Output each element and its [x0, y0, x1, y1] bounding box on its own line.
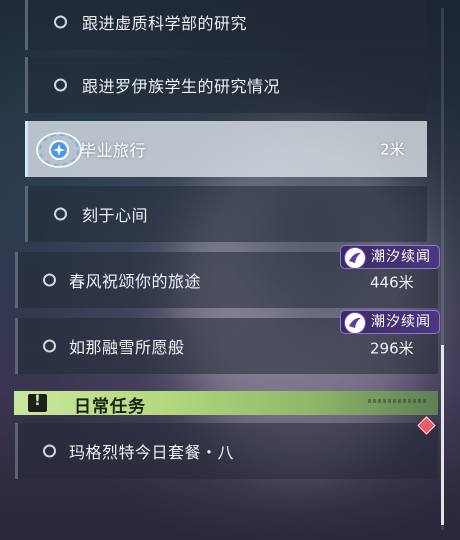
quest-label: 玛格烈特今日套餐・八	[69, 443, 235, 462]
badge-label: 潮汐续闻	[371, 249, 431, 265]
daily-quest-item[interactable]: 玛格烈特今日套餐・八	[15, 423, 438, 479]
quest-status-icon	[43, 339, 56, 353]
tide-emblem-icon	[344, 247, 366, 269]
quest-distance: 446米	[370, 273, 414, 292]
badge-label: 潮汐续闻	[371, 314, 431, 330]
daily-quests-title: 日常任务	[74, 397, 146, 417]
header-decoration	[368, 399, 428, 403]
quest-item[interactable]: 跟进虚质科学部的研究	[25, 0, 427, 50]
quest-distance: 296米	[370, 339, 414, 358]
quest-label: 跟进虚质科学部的研究	[82, 14, 248, 33]
quest-status-icon	[54, 78, 67, 92]
quest-label: 毕业旅行	[80, 141, 147, 160]
quest-item-tracked[interactable]: 毕业旅行 2米	[25, 121, 427, 177]
quest-status-icon	[54, 207, 67, 221]
quest-item[interactable]: 刻于心间	[25, 186, 427, 242]
quest-label: 春风祝颂你的旅途	[69, 272, 202, 291]
quest-item[interactable]: 跟进罗伊族学生的研究情况	[25, 57, 427, 113]
quest-label: 刻于心间	[82, 206, 149, 225]
crosshair-tracker-icon	[36, 132, 82, 168]
quest-status-icon	[43, 444, 56, 458]
exclamation-icon: !	[28, 393, 47, 412]
quest-distance: 2米	[380, 140, 405, 159]
daily-quests-header[interactable]: ! 日常任务	[14, 391, 438, 417]
tide-story-badge: 潮汐续闻	[340, 245, 440, 269]
quest-label: 如那融雪所愿般	[69, 338, 185, 357]
quest-status-icon	[43, 273, 56, 287]
quest-label: 跟进罗伊族学生的研究情况	[82, 77, 281, 96]
tide-emblem-icon	[344, 312, 366, 334]
scrollbar-thumb[interactable]	[441, 345, 444, 525]
quest-status-icon	[54, 15, 67, 29]
tide-story-badge: 潮汐续闻	[340, 310, 440, 334]
